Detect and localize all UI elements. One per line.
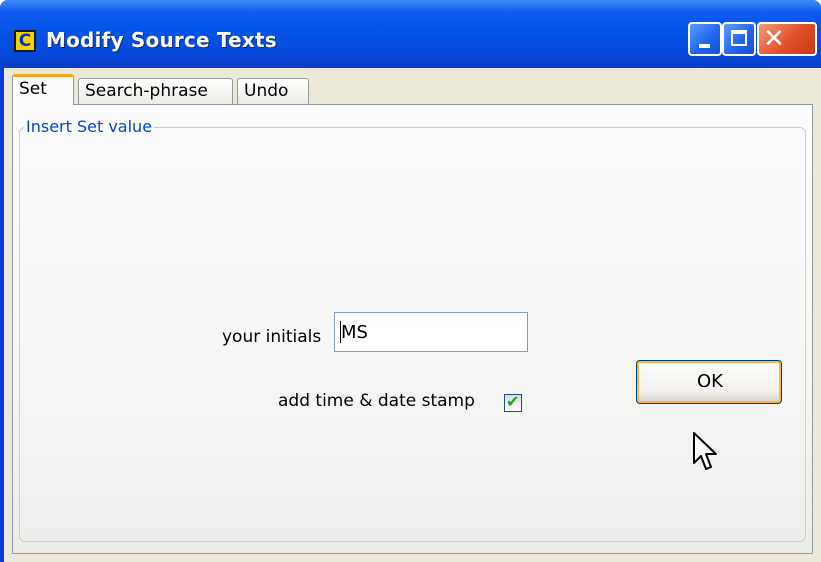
tab-set[interactable]: Set xyxy=(12,74,74,105)
insert-set-value-group: Insert Set value your initials MS add ti… xyxy=(19,117,806,542)
app-icon[interactable]: C xyxy=(14,30,36,52)
dialog-client-area: Set Search-phrase Undo Insert Set value … xyxy=(4,68,821,562)
initials-label: your initials xyxy=(222,327,322,347)
window-title: Modify Source Texts xyxy=(46,28,277,52)
close-button[interactable]: ✕ xyxy=(757,22,817,56)
minimize-icon xyxy=(699,44,710,48)
tab-search-phrase[interactable]: Search-phrase xyxy=(78,78,233,104)
ok-button-label: OK xyxy=(697,371,723,392)
window: C Modify Source Texts ✕ Set Search-phras… xyxy=(0,0,821,562)
ok-button[interactable]: OK xyxy=(636,360,782,404)
timestamp-label: add time & date stamp xyxy=(278,391,475,411)
timestamp-checkbox[interactable]: ✔ xyxy=(504,392,522,412)
checkmark-icon: ✔ xyxy=(506,392,520,411)
maximize-icon xyxy=(731,30,747,46)
close-icon: ✕ xyxy=(763,24,785,54)
title-bar[interactable]: C Modify Source Texts ✕ xyxy=(0,0,821,68)
group-title: Insert Set value xyxy=(24,117,155,137)
tab-page-set: Insert Set value your initials MS add ti… xyxy=(12,104,813,554)
mouse-cursor-icon xyxy=(693,432,717,470)
maximize-button[interactable] xyxy=(722,22,756,56)
initials-value: MS xyxy=(341,322,368,343)
minimize-button[interactable] xyxy=(688,22,722,56)
tab-undo[interactable]: Undo xyxy=(237,78,309,104)
initials-input[interactable]: MS xyxy=(334,312,528,352)
app-icon-letter: C xyxy=(18,31,32,51)
